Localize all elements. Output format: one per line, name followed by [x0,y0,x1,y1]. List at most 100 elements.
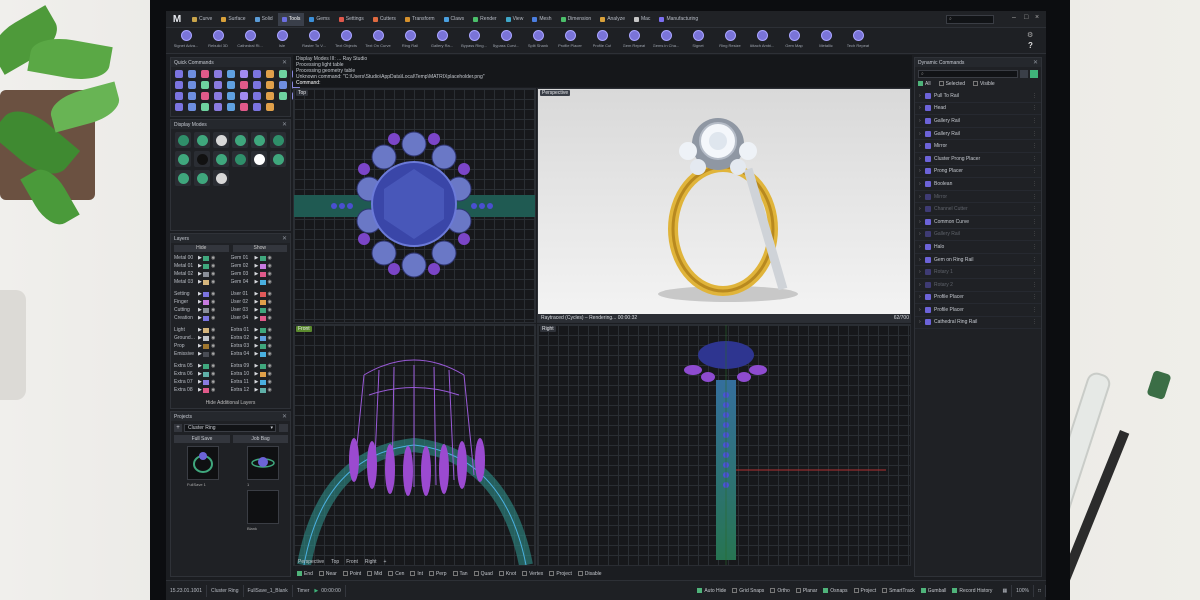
dynamic-search-input[interactable]: ⌕ [918,70,1018,78]
quick-command-icon[interactable] [188,81,196,89]
display-mode-button[interactable] [194,151,210,167]
view-tab[interactable]: Front [346,559,358,565]
osnap-quad[interactable]: Quad [473,571,493,577]
layer-color-swatch[interactable] [259,307,266,313]
grid-view-icon[interactable] [1020,70,1028,78]
layer-row[interactable]: Light ▶ ◉ [174,326,231,334]
layer-color-swatch[interactable] [203,299,209,305]
eye-icon[interactable]: ◉ [268,327,272,333]
osnap-mid[interactable]: Mid [367,571,382,577]
dynamic-command-item[interactable]: › Gallery Rail ⋮ [915,115,1041,128]
eye-icon[interactable]: ◉ [211,271,215,277]
list-view-icon[interactable] [1030,70,1038,78]
eye-icon[interactable]: ◉ [268,351,272,357]
layer-color-swatch[interactable] [203,279,209,285]
project-thumbnail[interactable] [187,446,219,480]
quick-command-icon[interactable] [175,70,183,78]
layer-color-swatch[interactable] [259,379,266,385]
layer-color-swatch[interactable] [259,343,266,349]
toggle-auto-hide[interactable]: Auto Hide [697,588,726,594]
dynamic-command-item[interactable]: › Mirror ⋮ [915,191,1041,204]
eye-icon[interactable]: ◉ [268,263,272,269]
ribbon-button[interactable]: Profile Placer [554,28,586,48]
quick-command-icon[interactable] [240,70,248,78]
layer-row[interactable]: Gem 03 ▶ ◉ [231,270,288,278]
help-icon[interactable]: ? [1028,41,1033,50]
ribbon-button[interactable]: Split Shank [522,28,554,48]
layer-color-swatch[interactable] [203,315,209,321]
dynamic-command-item[interactable]: › Prong Placer ⋮ [915,166,1041,179]
job-bag-button[interactable]: Job Bag [233,435,288,443]
layer-row[interactable]: User 04 ▶ ◉ [231,314,288,322]
osnap-project[interactable]: Project [549,571,572,577]
display-mode-button[interactable] [175,151,191,167]
add-project-icon[interactable]: + [174,424,182,432]
more-options-icon[interactable]: ⋮ [1032,319,1037,325]
layer-color-swatch[interactable] [259,371,266,377]
layer-color-swatch[interactable] [259,327,266,333]
layer-row[interactable]: Cutting ▶ ◉ [174,306,231,314]
more-options-icon[interactable]: ⋮ [1032,181,1037,187]
eye-icon[interactable]: ◉ [211,371,215,377]
osnap-disable[interactable]: Disable [577,571,602,577]
menu-tab-mesh[interactable]: Mesh [528,13,555,26]
eye-icon[interactable]: ◉ [211,315,215,321]
eye-icon[interactable]: ◉ [211,343,215,349]
play-icon[interactable]: ▶ [314,588,318,594]
quick-command-icon[interactable] [227,92,235,100]
search-input[interactable]: ⌕ [946,15,994,24]
layer-row[interactable]: Emissive ▶ ◉ [174,350,231,358]
menu-tab-surface[interactable]: Surface [217,13,249,26]
more-options-icon[interactable]: ⋮ [1032,93,1037,99]
dynamic-command-item[interactable]: › Gallery Rail ⋮ [915,229,1041,242]
eye-icon[interactable]: ◉ [268,343,272,349]
layer-row[interactable]: Gem 04 ▶ ◉ [231,278,288,286]
layer-color-swatch[interactable] [203,351,209,357]
more-options-icon[interactable]: ⋮ [1032,194,1037,200]
layer-color-swatch[interactable] [259,291,266,297]
quick-command-icon[interactable] [201,70,209,78]
panel-close-icon[interactable]: ✕ [282,121,290,128]
eye-icon[interactable]: ◉ [268,255,272,261]
layer-color-swatch[interactable] [203,307,209,313]
eye-icon[interactable]: ◉ [211,363,215,369]
menu-tab-solid[interactable]: Solid [251,13,277,26]
eye-icon[interactable]: ◉ [211,299,215,305]
layer-color-swatch[interactable] [203,379,209,385]
toggle-osnaps[interactable]: Osnaps [823,588,848,594]
layer-row[interactable]: Extra 08 ▶ ◉ [174,386,231,394]
eye-icon[interactable]: ◉ [211,263,215,269]
more-options-icon[interactable]: ⋮ [1032,244,1037,250]
layer-row[interactable]: Extra 02 ▶ ◉ [231,334,288,342]
layer-row[interactable]: Extra 04 ▶ ◉ [231,350,288,358]
dynamic-command-item[interactable]: › Rotary 1 ⋮ [915,266,1041,279]
quick-command-icon[interactable] [240,103,248,111]
eye-icon[interactable]: ◉ [211,351,215,357]
layer-row[interactable]: Ground... ▶ ◉ [174,334,231,342]
layer-row[interactable]: Prop ▶ ◉ [174,342,231,350]
quick-command-icon[interactable] [253,92,261,100]
layer-color-swatch[interactable] [203,255,209,261]
osnap-point[interactable]: Point [342,571,361,577]
eye-icon[interactable]: ◉ [268,371,272,377]
menu-tab-render[interactable]: Render [469,13,500,26]
top-viewport[interactable]: Top [293,88,536,323]
toggle-grid-snaps[interactable]: Grid Snaps [732,588,764,594]
ribbon-button[interactable]: Signet Adva... [170,28,202,48]
eye-icon[interactable]: ◉ [211,255,215,261]
quick-command-icon[interactable] [253,103,261,111]
display-mode-button[interactable] [213,170,229,186]
layer-row[interactable]: User 02 ▶ ◉ [231,298,288,306]
more-options-icon[interactable]: ⋮ [1032,257,1037,263]
filter-selected[interactable]: Selected [938,81,965,87]
quick-command-icon[interactable] [175,103,183,111]
show-layers-button[interactable]: Show [232,245,287,252]
menu-tab-transform[interactable]: Transform [401,13,439,26]
more-options-icon[interactable]: ⋮ [1032,294,1037,300]
display-mode-button[interactable] [251,132,267,148]
quick-command-icon[interactable] [227,103,235,111]
ribbon-button[interactable]: Signet [682,28,714,48]
quick-command-icon[interactable] [201,81,209,89]
eye-icon[interactable]: ◉ [268,387,272,393]
dynamic-command-item[interactable]: › Halo ⋮ [915,241,1041,254]
